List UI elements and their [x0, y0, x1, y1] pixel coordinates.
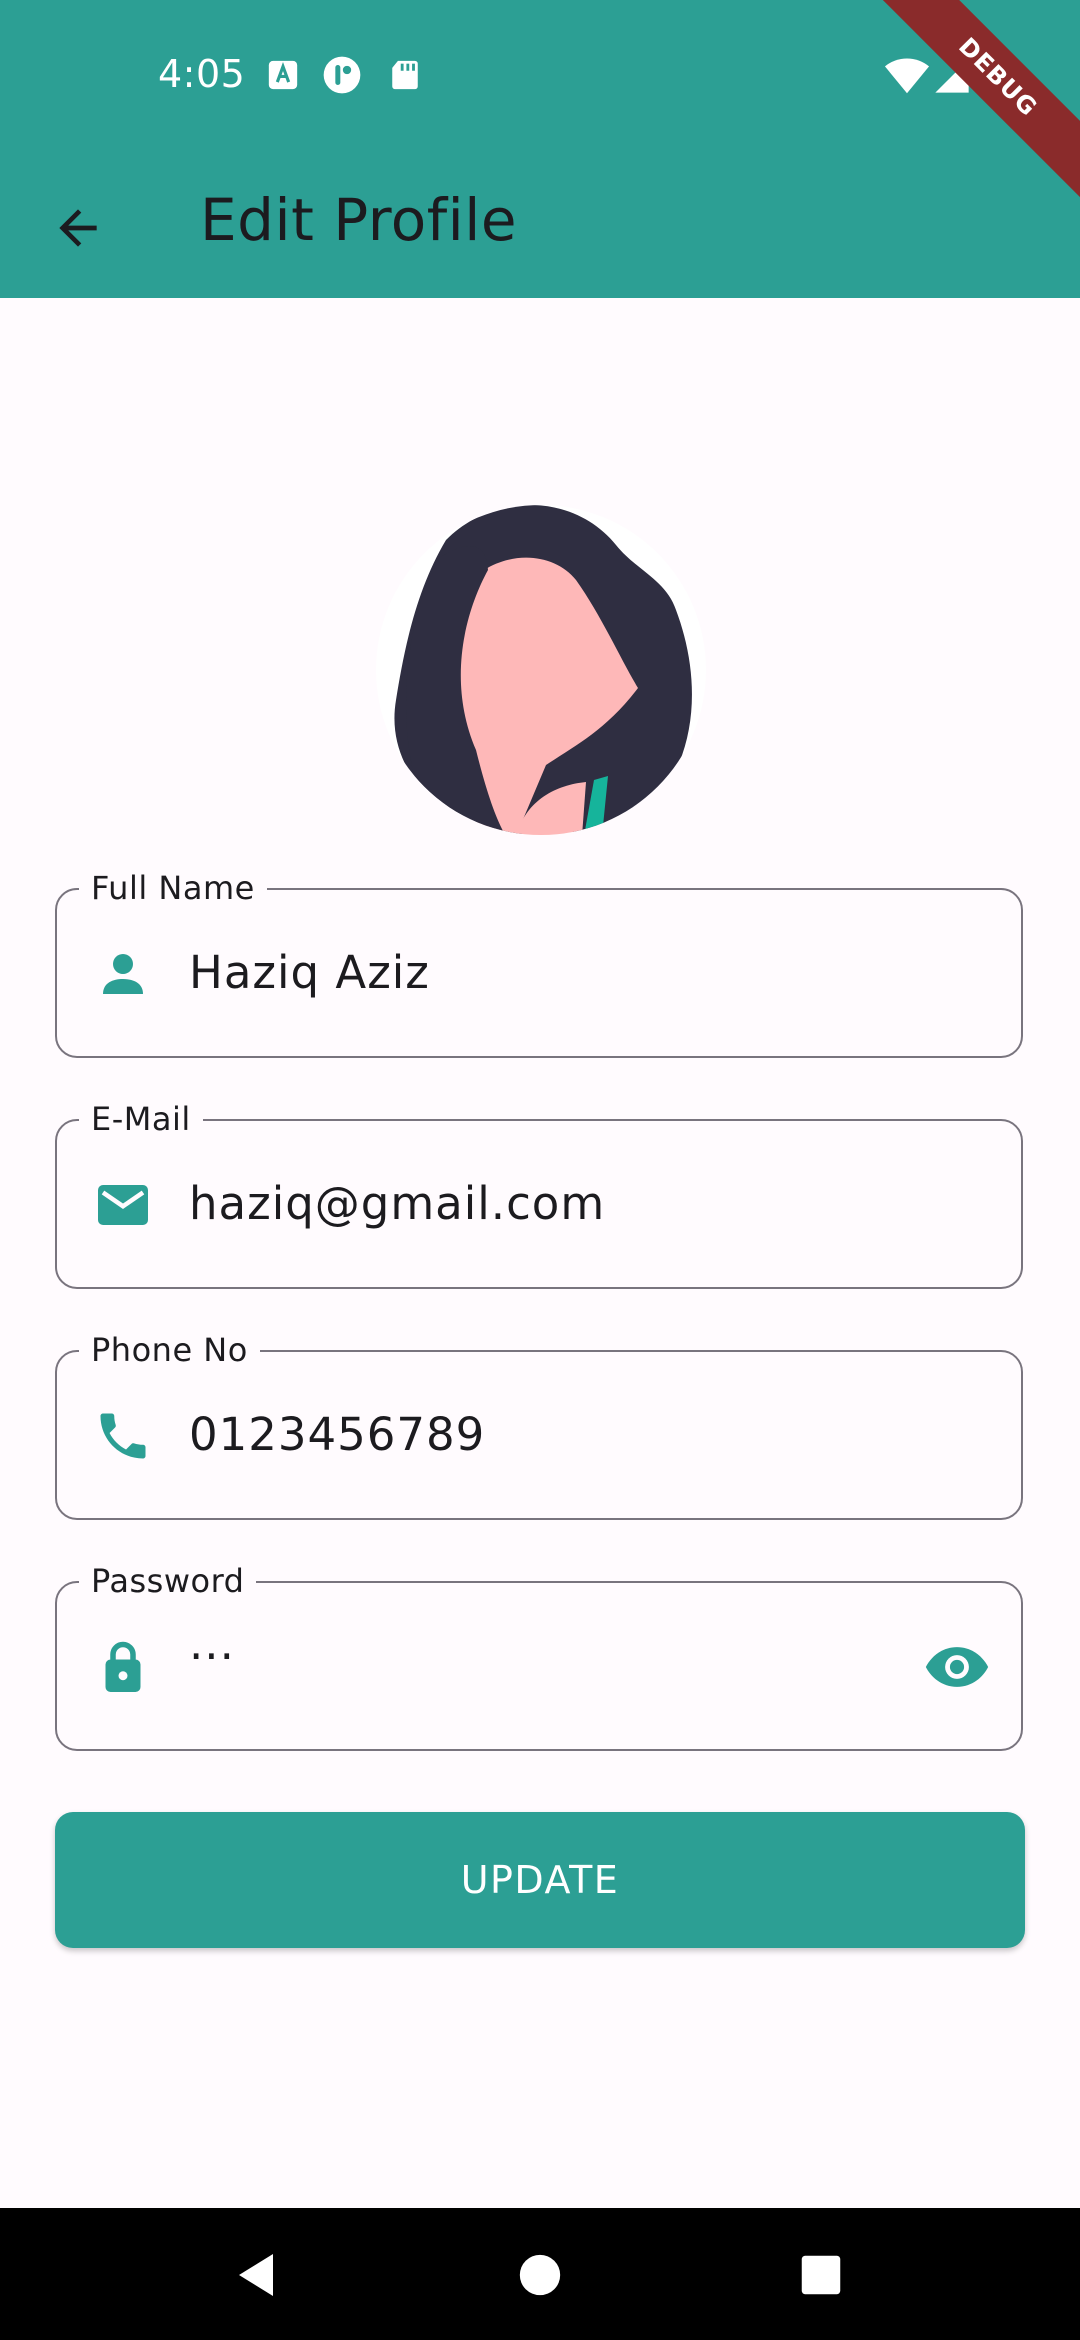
- email-label: E-Mail: [79, 1099, 203, 1139]
- full-name-value: Haziq Aziz: [189, 946, 430, 999]
- password-label: Password: [79, 1561, 257, 1601]
- nav-home-icon: [519, 2254, 561, 2296]
- update-button[interactable]: UPDATE: [55, 1812, 1025, 1948]
- page-title: Edit Profile: [200, 186, 518, 254]
- full-name-field[interactable]: Full Name Haziq Aziz: [55, 868, 1023, 1058]
- person-icon: [103, 954, 143, 994]
- email-field[interactable]: E-Mail haziq@gmail.com: [55, 1099, 1023, 1289]
- nav-back-icon: [239, 2254, 273, 2296]
- wifi-icon: [884, 58, 930, 94]
- sd-card-icon: [392, 60, 418, 90]
- system-navigation-bar: [0, 2208, 1080, 2340]
- full-name-label: Full Name: [79, 868, 267, 908]
- phone-icon: [100, 1413, 146, 1459]
- email-value: haziq@gmail.com: [189, 1177, 606, 1230]
- edit-profile-screen: 4:05 DEBUG Edit Profile Full Name Haziq …: [0, 0, 1080, 2340]
- nav-home-button[interactable]: [495, 2230, 585, 2320]
- password-value: ···: [189, 1630, 235, 1683]
- avatar-illustration: [376, 505, 706, 835]
- a-badge-icon: [268, 60, 298, 90]
- eye-icon: [925, 1647, 989, 1687]
- nav-back-button[interactable]: [212, 2230, 302, 2320]
- arrow-back-icon: [59, 209, 97, 247]
- phone-field[interactable]: Phone No 0123456789: [55, 1330, 1023, 1520]
- password-field[interactable]: Password ···: [55, 1561, 1023, 1751]
- phone-label: Phone No: [79, 1330, 260, 1370]
- mail-icon: [98, 1185, 148, 1225]
- toggle-password-visibility-button[interactable]: [923, 1633, 991, 1701]
- lock-icon: [105, 1641, 141, 1692]
- nav-recents-button[interactable]: [776, 2230, 866, 2320]
- phone-value: 0123456789: [189, 1408, 486, 1461]
- back-button[interactable]: [36, 186, 120, 270]
- nav-recents-icon: [801, 2255, 841, 2295]
- accessibility-icon: [323, 56, 361, 94]
- status-time: 4:05: [158, 52, 246, 96]
- profile-avatar[interactable]: [376, 500, 706, 836]
- app-bar: Edit Profile: [0, 150, 1080, 298]
